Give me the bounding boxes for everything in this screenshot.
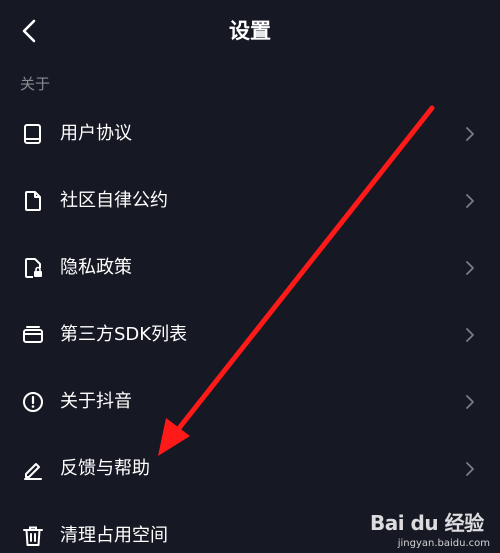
- trash-icon: [20, 523, 46, 549]
- privacy-lock-icon: [20, 255, 46, 281]
- folder-list-icon: [20, 322, 46, 348]
- settings-item-privacy-policy[interactable]: 隐私政策: [0, 234, 500, 301]
- settings-list: 用户协议 社区自律公约 隐私政策 第三方SDK列表 关于抖音 反馈与帮助 清理占…: [0, 100, 500, 553]
- settings-item-clear-storage[interactable]: 清理占用空间: [0, 502, 500, 553]
- page-title: 设置: [229, 19, 271, 43]
- header-bar: 设置: [0, 0, 500, 62]
- document-icon: [20, 188, 46, 214]
- settings-item-third-party-sdk[interactable]: 第三方SDK列表: [0, 301, 500, 368]
- chevron-right-icon: [464, 393, 476, 411]
- chevron-right-icon: [464, 192, 476, 210]
- settings-item-label: 关于抖音: [60, 390, 132, 412]
- section-label-about: 关于: [20, 75, 51, 93]
- settings-item-label: 反馈与帮助: [60, 457, 150, 479]
- book-icon: [20, 121, 46, 147]
- settings-item-label: 清理占用空间: [60, 524, 168, 546]
- chevron-right-icon: [464, 460, 476, 478]
- settings-item-label: 社区自律公约: [60, 189, 168, 211]
- settings-item-community-convention[interactable]: 社区自律公约: [0, 167, 500, 234]
- settings-item-label: 隐私政策: [60, 256, 132, 278]
- pencil-icon: [20, 456, 46, 482]
- chevron-right-icon: [464, 125, 476, 143]
- info-circle-icon: [20, 389, 46, 415]
- settings-item-label: 用户协议: [60, 122, 132, 144]
- settings-item-feedback-help[interactable]: 反馈与帮助: [0, 435, 500, 502]
- settings-screen: 设置 关于 用户协议 社区自律公约 隐私政策 第三方SDK列表 关于抖音 反馈与…: [0, 0, 500, 553]
- chevron-right-icon: [464, 259, 476, 277]
- settings-item-user-agreement[interactable]: 用户协议: [0, 100, 500, 167]
- settings-item-about-douyin[interactable]: 关于抖音: [0, 368, 500, 435]
- settings-item-label: 第三方SDK列表: [60, 323, 188, 345]
- chevron-right-icon: [464, 326, 476, 344]
